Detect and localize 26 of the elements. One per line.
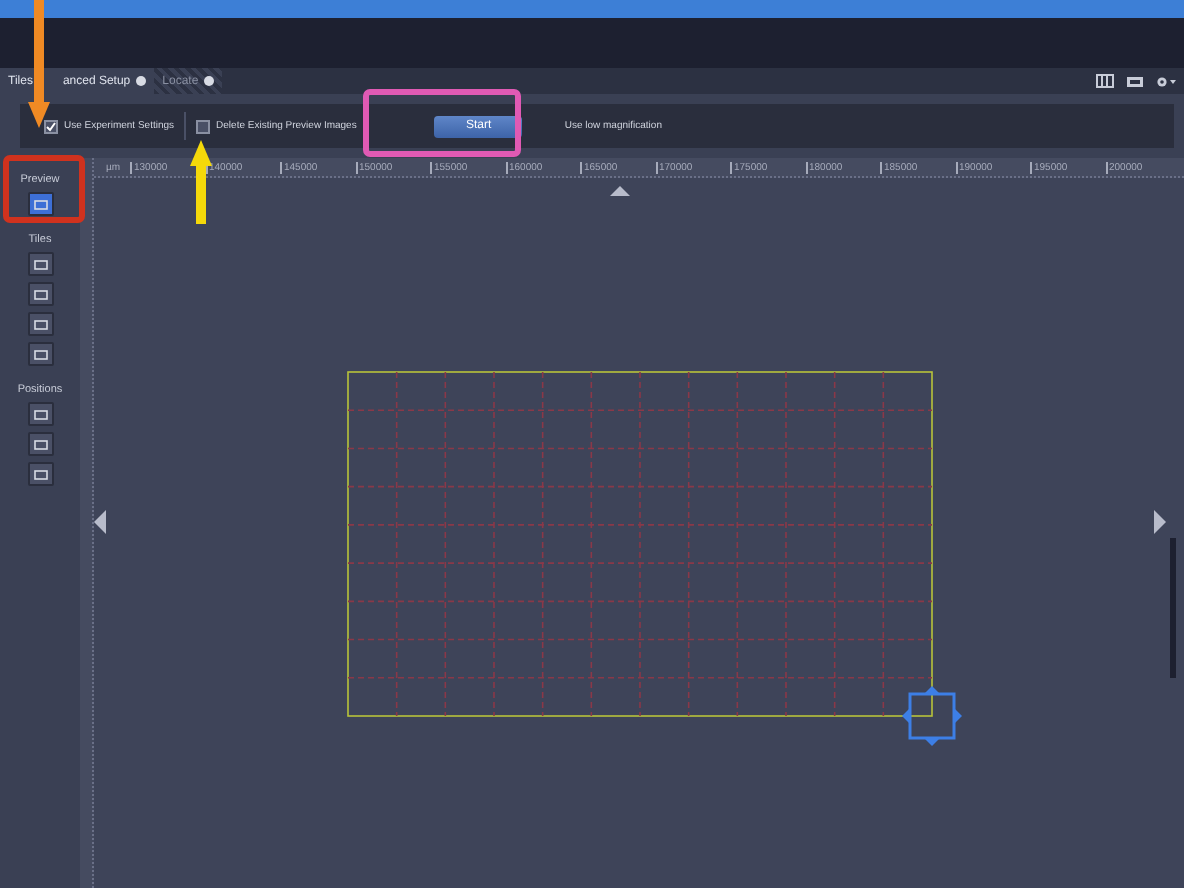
tool-button[interactable]	[27, 312, 53, 336]
tool-button[interactable]	[27, 462, 53, 486]
tool-button[interactable]	[27, 282, 53, 306]
pan-up-icon[interactable]	[610, 186, 630, 196]
frame-icon	[33, 409, 47, 419]
frame-icon	[33, 289, 47, 299]
frame-icon	[33, 439, 47, 449]
settings-icon[interactable]	[1156, 75, 1176, 87]
move-handle-icon[interactable]	[902, 686, 962, 746]
scrollbar-thumb[interactable]	[1170, 538, 1176, 678]
frame-icon	[33, 199, 47, 209]
frame-icon	[33, 319, 47, 329]
tool-button[interactable]	[27, 402, 53, 426]
tool-button[interactable]	[27, 432, 53, 456]
tool-button[interactable]	[27, 192, 53, 216]
frame-icon	[33, 349, 47, 359]
frame-icon	[33, 469, 47, 479]
tool-button[interactable]	[27, 342, 53, 366]
close-icon[interactable]	[136, 76, 147, 86]
close-icon[interactable]	[204, 76, 215, 86]
columns-icon[interactable]	[1096, 74, 1114, 88]
pan-right-icon[interactable]	[1154, 510, 1166, 534]
check-icon	[46, 121, 56, 131]
tool-button[interactable]	[27, 252, 53, 276]
window-icon[interactable]	[1126, 75, 1144, 87]
frame-icon	[33, 259, 47, 269]
